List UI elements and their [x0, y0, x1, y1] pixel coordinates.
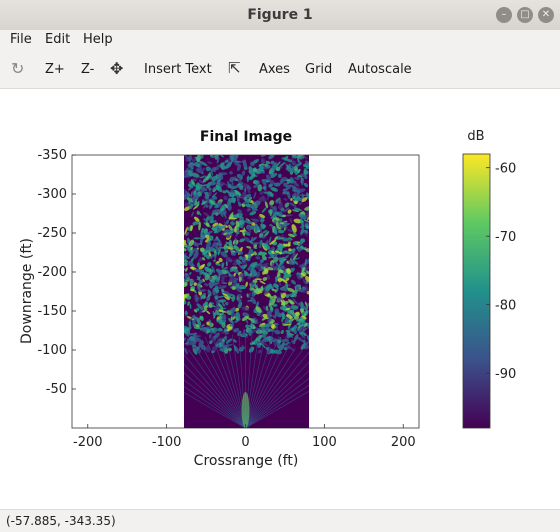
x-tick-label: 200: [391, 435, 416, 450]
x-tick-label: -100: [152, 435, 182, 450]
colorbar-tick-label: -60: [495, 162, 516, 177]
zoom-in-button[interactable]: Z+: [45, 62, 65, 77]
toolbar: ↻ Z+ Z- ✥ Insert Text ⇱ Axes Grid Autosc…: [0, 50, 560, 89]
colorbar-tick-label: -70: [495, 230, 516, 245]
y-tick-label: -150: [37, 304, 67, 319]
insert-text-button[interactable]: Insert Text: [144, 62, 212, 77]
rotate-icon[interactable]: ↻: [11, 59, 24, 78]
x-tick-label: 0: [241, 435, 249, 450]
axes-button[interactable]: Axes: [259, 62, 290, 77]
colorbar-label: dB: [467, 129, 484, 144]
menu-file[interactable]: File: [10, 32, 32, 47]
minimize-icon[interactable]: –: [496, 7, 512, 23]
y-tick-label: -250: [37, 226, 67, 241]
pan-icon[interactable]: ✥: [110, 59, 123, 78]
sar-image: [184, 155, 309, 428]
cursor-coordinates: (-57.885, -343.35): [6, 514, 116, 528]
menu-bar: File Edit Help: [0, 30, 560, 50]
x-tick-label: 100: [312, 435, 337, 450]
title-bar: Figure 1 – □ ✕: [0, 0, 560, 31]
close-icon[interactable]: ✕: [538, 7, 554, 23]
grid-button[interactable]: Grid: [305, 62, 332, 77]
autoscale-button[interactable]: Autoscale: [348, 62, 412, 77]
menu-help[interactable]: Help: [83, 32, 113, 47]
x-tick-label: -200: [73, 435, 103, 450]
y-axis-label: Downrange (ft): [19, 238, 35, 344]
zoom-out-button[interactable]: Z-: [81, 62, 94, 77]
plot-title: Final Image: [200, 129, 292, 145]
colorbar: [462, 153, 491, 429]
figure-canvas[interactable]: Final Image -200 -100 0 100 200 -350 -300 -250…: [0, 89, 560, 509]
window-title: Figure 1: [247, 7, 313, 23]
select-pointer-icon[interactable]: ⇱: [228, 59, 241, 77]
y-axis: -350 -300 -250 -200 -150 -100 -50: [37, 148, 76, 397]
maximize-icon[interactable]: □: [517, 7, 533, 23]
y-tick-label: -100: [37, 343, 67, 358]
y-tick-label: -350: [37, 148, 67, 163]
y-tick-label: -200: [37, 265, 67, 280]
colorbar-ticks: -60 -70 -80 -90: [486, 162, 516, 382]
y-tick-label: -300: [37, 187, 67, 202]
x-axis-label: Crossrange (ft): [194, 453, 299, 469]
colorbar-tick-label: -80: [495, 299, 516, 314]
colorbar-tick-label: -90: [495, 367, 516, 382]
y-tick-label: -50: [46, 382, 67, 397]
status-bar: (-57.885, -343.35): [0, 509, 560, 532]
menu-edit[interactable]: Edit: [45, 32, 70, 47]
